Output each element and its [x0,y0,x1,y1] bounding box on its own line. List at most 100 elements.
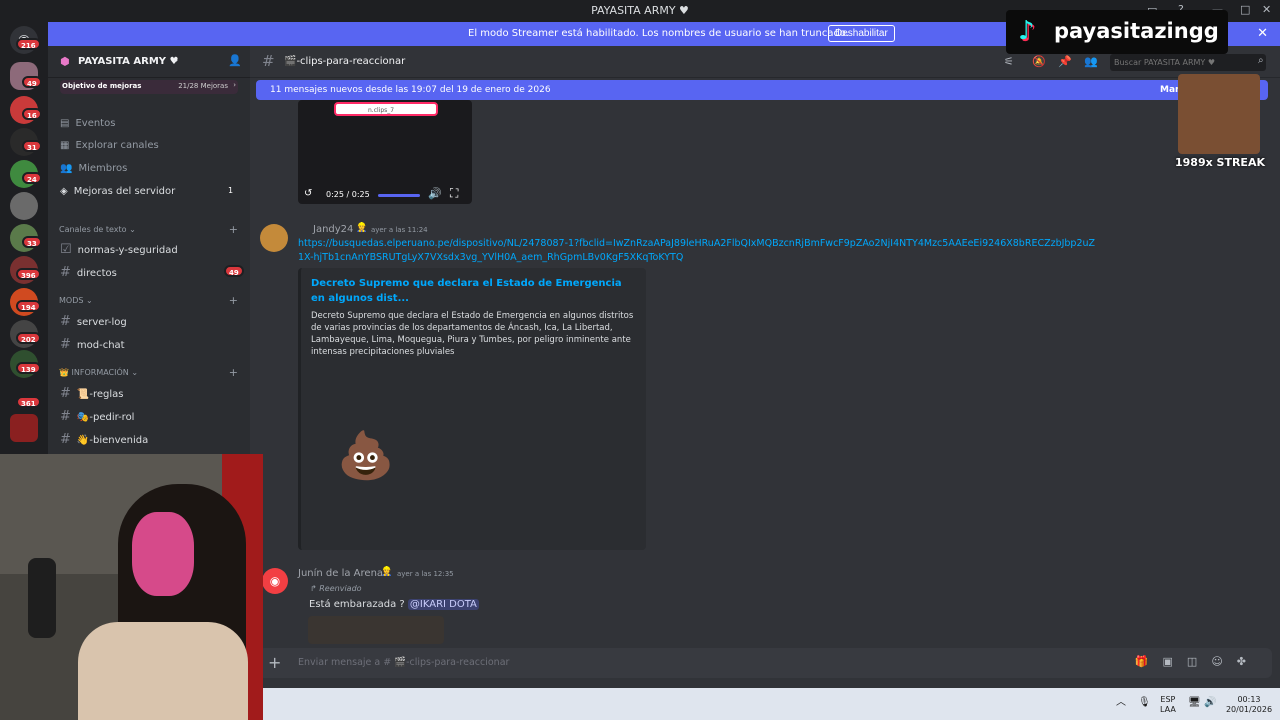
channel-directos[interactable]: # directos [60,265,117,280]
video-player[interactable]: n.clips_7 ↺ 0:25 / 0:25 🔊 ⛶ [298,100,472,204]
guild-name: PAYASITA ARMY ♥ [78,56,179,67]
unread-badge: 139 [16,362,41,374]
link-embed: Decreto Supremo que declara el Estado de… [298,268,646,550]
member-list-icon[interactable]: 👥 [1084,55,1098,68]
apps-icon[interactable]: ✤ [1237,655,1260,668]
embed-description: Decreto Supremo que declara el Estado de… [311,311,634,357]
unread-badge: 216 [16,38,41,50]
disable-streamer-button[interactable]: Deshabilitar [828,25,895,42]
category-mods[interactable]: MODS ⌄ [59,296,93,305]
add-channel-icon[interactable]: + [229,294,238,307]
guild-header[interactable]: ⬢ PAYASITA ARMY ♥ ⌄ 👤 [48,46,250,78]
channel-label: server-log [76,317,127,328]
role-icon: 👷 [381,567,393,577]
channel-pedir-rol[interactable]: # 🎭-pedir-rol [60,409,134,424]
server-icon[interactable] [10,414,38,442]
channel-reglas[interactable]: # 📜-reglas [60,386,123,401]
discord-avatar-icon[interactable]: ◉ [262,568,288,594]
sticker-icon[interactable]: ◫ [1187,655,1211,668]
clock-time: 00:13 [1237,695,1261,704]
volume-icon[interactable]: 🔊 [428,187,442,200]
hash-icon: # [60,314,71,329]
message-timestamp: ayer a las 11:24 [371,226,428,234]
hash-icon: # [60,432,71,447]
category-label: INFORMACIÓN [71,368,129,377]
mute-bell-icon[interactable]: 🔕 [1032,55,1046,68]
microphone-icon[interactable]: 🎙 [1138,698,1151,708]
channel-normas[interactable]: ☑ normas-y-seguridad [60,242,178,257]
browse-icon: ▦ [60,140,70,151]
keyboard-language[interactable]: ESP LAA [1160,695,1176,715]
message-author[interactable]: Jandy24 [313,224,353,235]
channel-label: mod-chat [76,340,125,351]
nav-events-label: Eventos [75,118,116,129]
close-banner-icon[interactable]: ✕ [1257,26,1268,41]
channel-bienvenida[interactable]: # 👋-bienvenida [60,432,148,447]
user-mention[interactable]: @IKARI DOTA [407,599,479,610]
unread-badge: 16 [22,108,42,120]
tray-chevron-icon[interactable]: ︿ [1116,698,1126,708]
streak-overlay: 1989x STREAK [1170,70,1270,174]
embed-title[interactable]: Decreto Supremo que declara el Estado de… [311,276,631,306]
forwarded-image[interactable] [308,616,444,644]
calendar-icon: ▤ [60,118,70,129]
threads-icon[interactable]: ⚟ [1004,55,1014,68]
forwarded-label: ↱ Reenviado [310,584,362,593]
maximize-button[interactable]: □ [1240,3,1250,16]
fullscreen-icon[interactable]: ⛶ [450,186,458,201]
category-text-channels[interactable]: Canales de texto ⌄ [59,225,136,234]
gift-icon[interactable]: 🎁 [1135,655,1163,668]
forward-arrow-icon: ↱ [310,584,320,593]
nav-boost-label: Mejoras del servidor [73,186,176,197]
unread-badge: 49 [22,76,42,88]
emoji-icon[interactable]: ☺ [1211,655,1236,668]
boost-badge: 1 [228,186,234,195]
nav-server-boost[interactable]: ◈ Mejoras del servidor [60,186,175,197]
add-channel-icon[interactable]: + [229,223,238,236]
channel-mod-chat[interactable]: # mod-chat [60,337,125,352]
close-window-button[interactable]: ✕ [1262,3,1271,16]
crown-icon: 👑 [59,368,69,377]
hash-icon: # [60,386,71,401]
avatar[interactable] [260,224,288,252]
unread-badge: 31 [22,140,42,152]
add-channel-icon[interactable]: + [229,366,238,379]
composer-toolbar[interactable]: 🎁▣◫☺✤ [1135,655,1260,668]
boost-goal-bar[interactable]: Objetivo de mejoras 21/28 Mejoras › [60,80,238,94]
streamer-banner-text: El modo Streamer está habilitado. Los no… [468,28,849,39]
speaker-icon[interactable]: 🔊 [1204,698,1216,708]
attach-plus-icon[interactable]: + [268,653,281,672]
nav-browse-channels[interactable]: ▦ Explorar canales [60,140,159,151]
channel-label: normas-y-seguridad [77,245,178,256]
nav-members[interactable]: 👥 Miembros [60,163,127,174]
category-label: Canales de texto [59,225,127,234]
streak-face-image [1178,74,1260,154]
pin-icon[interactable]: 📌 [1058,55,1072,68]
replay-icon[interactable]: ↺ [304,188,312,199]
gif-icon[interactable]: ▣ [1163,655,1187,668]
network-icon[interactable]: 🖥 [1188,698,1201,708]
channel-unread-badge: 49 [224,265,244,277]
tiktok-overlay: ♪ payasitazingg [1006,10,1228,54]
search-input[interactable] [1110,54,1266,71]
category-info[interactable]: 👑 INFORMACIÓN ⌄ [59,368,138,377]
volume-slider[interactable] [378,194,420,197]
message-link[interactable]: https://busquedas.elperuano.pe/dispositi… [298,237,1098,265]
message-composer[interactable]: + Enviar mensaje a # 🎬-clips-para-reacci… [258,648,1272,678]
message-author[interactable]: Junín de la Arena [298,568,383,579]
channel-server-log[interactable]: # server-log [60,314,127,329]
members-icon: 👥 [60,163,73,174]
new-messages-bar[interactable]: 11 mensajes nuevos desde las 19:07 del 1… [256,80,1268,100]
video-search-overlay: n.clips_7 [334,102,438,116]
hash-icon: # [60,265,71,280]
server-icon[interactable] [10,192,38,220]
invite-user-icon[interactable]: 👤 [228,54,242,67]
role-icon: 👷 [356,223,368,233]
webcam-body [78,622,248,720]
clock[interactable]: 00:13 20/01/2026 [1224,695,1274,715]
message-text: Está embarazada ? [309,599,405,610]
nav-members-label: Miembros [78,163,128,174]
unread-badge: 202 [16,332,41,344]
hash-icon: # [60,409,71,424]
nav-events[interactable]: ▤ Eventos [60,118,115,129]
